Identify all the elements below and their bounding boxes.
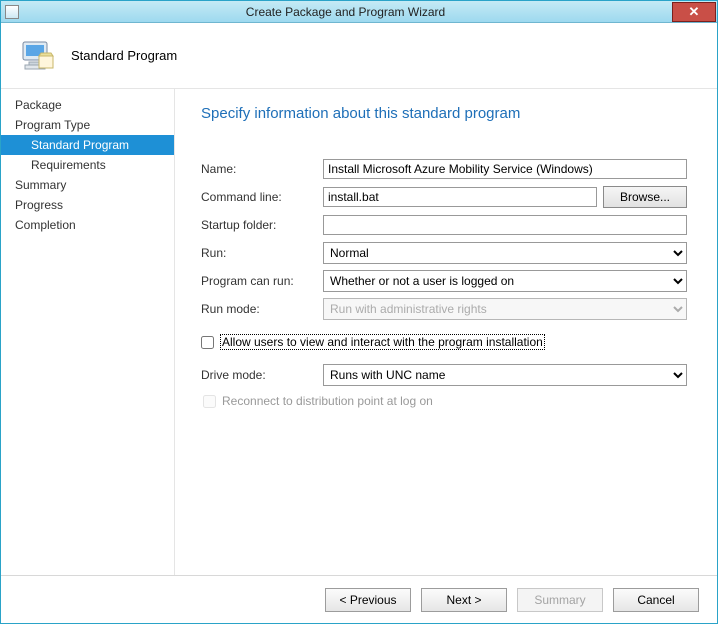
sidebar-item-requirements[interactable]: Requirements <box>1 155 174 175</box>
computer-icon <box>17 36 57 76</box>
reconnect-checkbox <box>203 395 216 408</box>
sidebar-item-package[interactable]: Package <box>1 95 174 115</box>
sidebar-item-standard-program[interactable]: Standard Program <box>1 135 174 155</box>
command-line-input[interactable] <box>323 187 597 207</box>
previous-button[interactable]: < Previous <box>325 588 411 612</box>
program-can-run-select[interactable]: Whether or not a user is logged on <box>323 270 687 292</box>
drive-mode-label: Drive mode: <box>201 368 323 382</box>
sidebar: Package Program Type Standard Program Re… <box>1 89 175 575</box>
drive-mode-select[interactable]: Runs with UNC name <box>323 364 687 386</box>
name-label: Name: <box>201 162 323 176</box>
header-title: Standard Program <box>71 48 177 63</box>
wizard-header: Standard Program <box>1 23 717 89</box>
page-instruction: Specify information about this standard … <box>201 105 687 122</box>
run-label: Run: <box>201 246 323 260</box>
allow-interact-label: Allow users to view and interact with th… <box>220 334 545 350</box>
allow-interact-checkbox[interactable] <box>201 336 214 349</box>
sidebar-item-completion[interactable]: Completion <box>1 215 174 235</box>
content-area: Specify information about this standard … <box>175 89 717 575</box>
wizard-body: Package Program Type Standard Program Re… <box>1 89 717 575</box>
next-button[interactable]: Next > <box>421 588 507 612</box>
run-select[interactable]: Normal <box>323 242 687 264</box>
browse-button[interactable]: Browse... <box>603 186 687 208</box>
window-title: Create Package and Program Wizard <box>19 5 672 19</box>
wizard-window: Create Package and Program Wizard ✕ Stan… <box>0 0 718 624</box>
system-icon <box>5 5 19 19</box>
run-mode-label: Run mode: <box>201 302 323 316</box>
sidebar-item-summary[interactable]: Summary <box>1 175 174 195</box>
program-can-run-label: Program can run: <box>201 274 323 288</box>
close-icon: ✕ <box>689 4 700 20</box>
close-button[interactable]: ✕ <box>672 2 716 22</box>
reconnect-label: Reconnect to distribution point at log o… <box>222 394 433 408</box>
sidebar-item-program-type[interactable]: Program Type <box>1 115 174 135</box>
reconnect-row: Reconnect to distribution point at log o… <box>203 394 687 408</box>
cancel-button[interactable]: Cancel <box>613 588 699 612</box>
startup-folder-label: Startup folder: <box>201 218 323 232</box>
command-line-label: Command line: <box>201 190 323 204</box>
startup-folder-input[interactable] <box>323 215 687 235</box>
allow-interact-row: Allow users to view and interact with th… <box>201 334 687 350</box>
run-mode-select: Run with administrative rights <box>323 298 687 320</box>
wizard-footer: < Previous Next > Summary Cancel <box>1 575 717 623</box>
title-bar: Create Package and Program Wizard ✕ <box>1 1 717 23</box>
summary-button: Summary <box>517 588 603 612</box>
sidebar-item-progress[interactable]: Progress <box>1 195 174 215</box>
name-input[interactable] <box>323 159 687 179</box>
